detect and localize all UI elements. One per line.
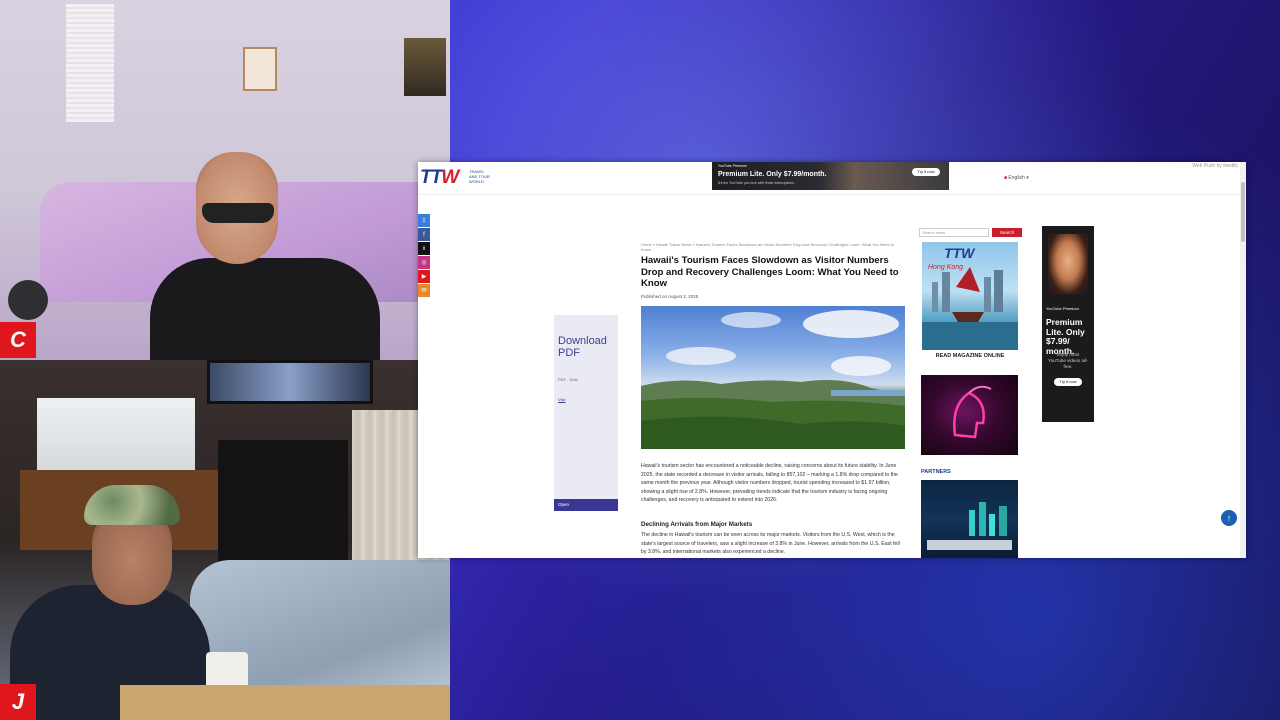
article-paragraph-1: Hawaii's tourism sector has encountered … bbox=[641, 463, 898, 503]
download-pdf-ad[interactable]: Download PDF PDF - Smlt Visit Open bbox=[554, 315, 618, 511]
logo-accent: W bbox=[441, 167, 459, 188]
person-body bbox=[150, 258, 380, 360]
site-header: TTW TRAVEL AND TOUR WORLD YouTube Premiu… bbox=[418, 162, 1246, 195]
browser-window: TTW TRAVEL AND TOUR WORLD YouTube Premiu… bbox=[418, 162, 1246, 558]
search-button[interactable]: Search bbox=[992, 228, 1022, 237]
pdf-ad-source: PDF - Smlt bbox=[558, 377, 578, 382]
partners-heading: PARTNERS bbox=[921, 469, 951, 475]
article-paragraph-2: The decline in Hawaii's tourism can be s… bbox=[641, 532, 900, 555]
spartan-helmet-icon bbox=[953, 385, 992, 439]
site-logo[interactable]: TTW bbox=[420, 167, 459, 189]
article-subheading: Declining Arrivals from Major Markets bbox=[641, 521, 753, 528]
top-banner-ad[interactable]: YouTube Premium Premium Lite. Only $7.99… bbox=[712, 162, 949, 190]
web-push-label: Web Push by feedify bbox=[1192, 163, 1238, 169]
scrollbar-thumb[interactable] bbox=[1241, 182, 1245, 242]
logo-main: TT bbox=[420, 167, 442, 188]
webcam-top: C bbox=[0, 0, 450, 360]
neon-helmet-ad[interactable] bbox=[921, 375, 1018, 455]
email-icon[interactable]: ✉ bbox=[418, 284, 430, 297]
right-ad-cta-button[interactable]: Try it now bbox=[1054, 378, 1082, 386]
partner-banner-art bbox=[927, 502, 1012, 550]
chevron-down-icon: ▾ bbox=[1026, 175, 1029, 181]
breadcrumb: Home » Hawaii Travel News » Hawaii's Tou… bbox=[641, 242, 894, 252]
read-magazine-link[interactable]: READ MAGAZINE ONLINE bbox=[922, 353, 1018, 359]
top-ad-headline: Premium Lite. Only $7.99/month. bbox=[718, 171, 827, 178]
language-selector[interactable]: ■ English ▾ bbox=[1004, 175, 1029, 181]
wall-hanging bbox=[404, 38, 446, 96]
table-top bbox=[120, 685, 450, 720]
article-hero-image bbox=[641, 306, 905, 449]
window-blinds bbox=[66, 4, 114, 122]
right-ad-headline: Premium Lite. Only $7.99/ month. bbox=[1046, 317, 1085, 356]
desk-fan bbox=[8, 280, 48, 320]
article-headline: Hawaii's Tourism Faces Slowdown as Visit… bbox=[641, 255, 899, 289]
magazine-cover[interactable]: TTW Hong Kong bbox=[922, 242, 1018, 350]
partner-banner[interactable] bbox=[921, 480, 1018, 558]
pdf-ad-title: Download PDF bbox=[558, 335, 607, 359]
sunglasses-icon bbox=[202, 203, 274, 223]
webcam-badge-bottom: J bbox=[0, 684, 36, 720]
logo-tagline: TRAVEL AND TOUR WORLD bbox=[469, 169, 490, 184]
youtube-icon[interactable]: ▶ bbox=[418, 270, 430, 283]
scroll-to-top-button[interactable]: ↑ bbox=[1221, 510, 1237, 526]
storage-drawers bbox=[37, 398, 195, 472]
top-ad-brand: YouTube Premium bbox=[718, 164, 747, 168]
pdf-ad-link[interactable]: Visit bbox=[558, 397, 565, 402]
right-ad-sub: Enjoy most YouTube videos ad-free. bbox=[1048, 352, 1088, 369]
top-ad-sub: It's the YouTube you love with fewer int… bbox=[718, 181, 795, 185]
hero-landscape bbox=[641, 310, 905, 449]
article-byline: Published on August 2, 2025 bbox=[641, 294, 699, 299]
magazine-cover-art bbox=[922, 267, 1018, 350]
right-ad-brand: YouTube Premium bbox=[1046, 306, 1079, 311]
search-input[interactable]: Search news bbox=[919, 228, 989, 237]
top-ad-cta-button[interactable]: Try it now bbox=[912, 168, 940, 176]
camo-cap bbox=[84, 485, 180, 525]
share-icon[interactable]: ⇪ bbox=[418, 214, 430, 227]
right-sidebar-ad[interactable]: YouTube Premium Premium Lite. Only $7.99… bbox=[1042, 226, 1094, 422]
wall-picture bbox=[243, 47, 277, 91]
share-bar: ⇪ f x ◎ ▶ ✉ bbox=[418, 214, 430, 298]
ad-face-photo bbox=[1048, 234, 1088, 294]
webcam-badge-top: C bbox=[0, 322, 36, 358]
pdf-ad-open-button[interactable]: Open bbox=[554, 499, 618, 511]
webcam-bottom: J bbox=[0, 360, 450, 720]
arrow-up-icon: ↑ bbox=[1226, 513, 1232, 523]
instagram-icon[interactable]: ◎ bbox=[418, 256, 430, 269]
language-label: English bbox=[1008, 175, 1025, 181]
x-icon[interactable]: x bbox=[418, 242, 430, 255]
page-scrollbar[interactable] bbox=[1240, 162, 1246, 558]
tv-screen bbox=[207, 360, 373, 404]
flag-icon: ■ bbox=[1004, 175, 1008, 181]
facebook-icon[interactable]: f bbox=[418, 228, 430, 241]
